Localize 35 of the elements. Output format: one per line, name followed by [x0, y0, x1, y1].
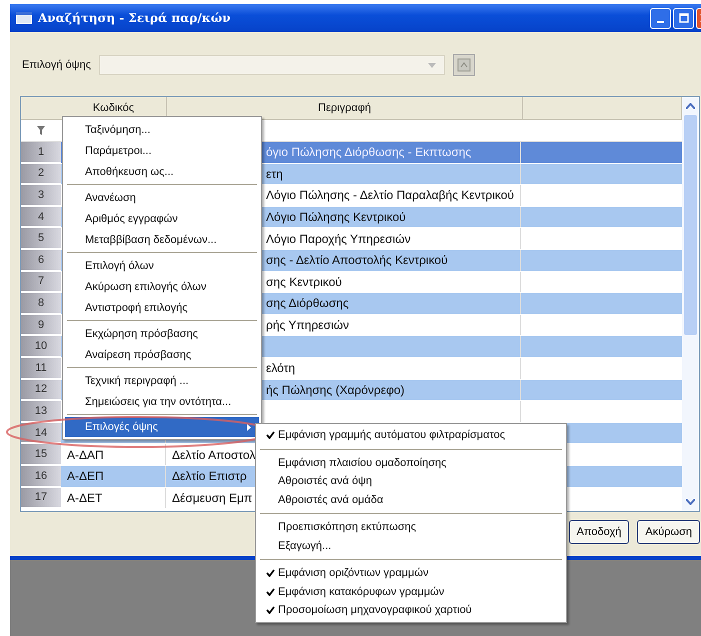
- description-cell: ετη: [266, 166, 283, 181]
- row-number: 1: [21, 142, 61, 163]
- description-cell: Δέσμευση Εμπ: [172, 490, 252, 505]
- row-number: 4: [21, 206, 61, 228]
- row-number: 12: [21, 380, 61, 400]
- code-cell: Α-ΔΕΤ: [67, 490, 102, 505]
- row-number: 6: [21, 250, 61, 271]
- view-label: Επιλογή όψης: [22, 59, 91, 71]
- row-number: 9: [21, 314, 61, 336]
- description-cell: Λόγιο Πώλησης - Δελτίο Παραλαβής Κεντρικού: [266, 188, 514, 202]
- row-number: 5: [21, 228, 61, 249]
- row-number: 11: [21, 358, 61, 379]
- description-cell: Δελτίο Αποστολ: [172, 448, 256, 462]
- code-cell: Α-ΔΕΠ: [67, 469, 104, 484]
- row-number: 3: [21, 185, 61, 206]
- description-cell: όγιο Πώλησης Διόρθωσης - Εκπτωσης: [266, 145, 472, 160]
- row-number: 13: [21, 401, 61, 422]
- row-number: 15: [21, 444, 61, 465]
- description-cell: σης Διόρθωσης: [266, 296, 349, 310]
- description-cell: σης - Δελτίο Αποστολής Κεντρικού: [266, 253, 448, 268]
- description-cell: ελότη: [266, 361, 296, 376]
- row-number: 7: [21, 272, 61, 292]
- description-cell: Λόγιο Παροχής Υπηρεσιών: [266, 232, 411, 246]
- description-cell: σης Κεντρικού: [266, 274, 342, 289]
- description-cell: Δελτίο Επιστρ: [172, 469, 247, 484]
- description-cell: ής Πώλησης (Χαρόνρεφο): [266, 382, 405, 397]
- description-cell: Λόγιο Πώλησης Κεντρικού: [266, 210, 406, 224]
- row-number: 17: [21, 488, 61, 508]
- row-number: 10: [21, 336, 61, 357]
- description-cell: ρής Υπηρεσιών: [266, 318, 349, 332]
- row-number: 16: [21, 466, 61, 486]
- window-title: Αναζήτηση - Σειρά παρ/κών: [38, 11, 231, 25]
- code-cell: Α-ΔΑΠ: [67, 448, 104, 462]
- row-number: 2: [21, 164, 61, 184]
- row-number: 8: [21, 293, 61, 314]
